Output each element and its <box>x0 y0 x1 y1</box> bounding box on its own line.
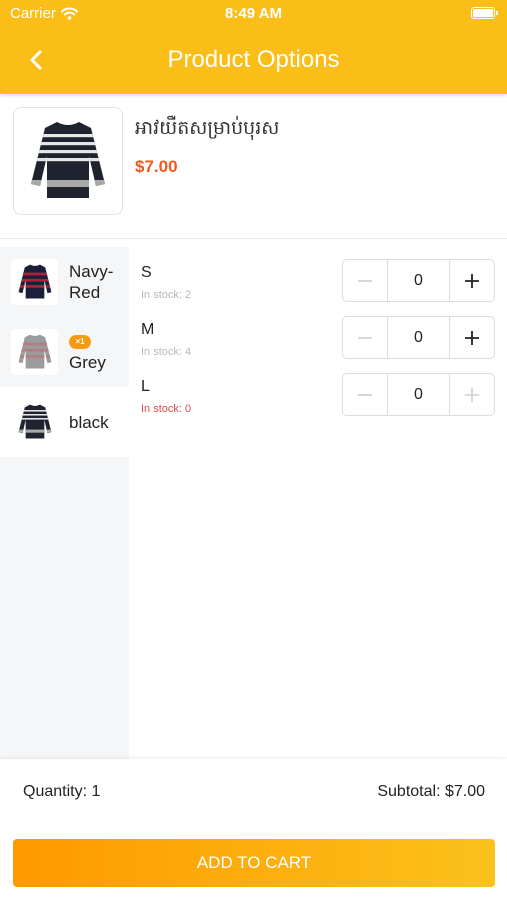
size-row-l: L In stock: 0 0 <box>141 373 495 428</box>
quantity-value[interactable]: 0 <box>387 260 450 301</box>
stock-text: In stock: 2 <box>141 289 192 301</box>
size-label: M <box>141 321 155 338</box>
color-label: Navy-Red <box>69 262 114 302</box>
color-option-navy-red[interactable]: Navy-Red <box>0 247 129 317</box>
increment-button-disabled[interactable] <box>450 374 494 415</box>
color-label: Grey <box>69 353 106 372</box>
stock-text: In stock: 4 <box>141 346 192 358</box>
color-label: black <box>69 413 109 432</box>
increment-button[interactable] <box>450 260 494 301</box>
cart-footer: Quantity: 1 Subtotal: $7.00 ADD TO CART <box>0 759 507 900</box>
quantity-summary: Quantity: 1 <box>23 783 101 800</box>
size-label: S <box>141 264 152 281</box>
sweater-image-black-small <box>18 404 51 439</box>
color-option-black[interactable]: black <box>0 387 129 457</box>
size-label: L <box>141 378 150 395</box>
subtotal-summary: Subtotal: $7.00 <box>377 783 485 800</box>
quantity-value[interactable]: 0 <box>387 317 450 358</box>
increment-button[interactable] <box>450 317 494 358</box>
minus-icon <box>358 393 372 396</box>
decrement-button[interactable] <box>343 260 387 301</box>
sweater-image-black <box>31 122 105 198</box>
minus-icon <box>358 279 372 282</box>
sweater-thumb-grey <box>11 329 58 375</box>
quantity-stepper: 0 <box>342 316 495 359</box>
plus-icon <box>465 273 479 288</box>
quantity-stepper: 0 <box>342 259 495 302</box>
size-row-m: M In stock: 4 0 <box>141 316 495 371</box>
stock-text-out: In stock: 0 <box>141 403 192 415</box>
decrement-button[interactable] <box>343 374 387 415</box>
sweater-image-grey <box>18 334 51 369</box>
quantity-stepper: 0 <box>342 373 495 416</box>
product-name: អាវយឺតសម្រាប់បុរស <box>135 118 280 139</box>
battery-icon <box>471 7 498 19</box>
size-row-s: S In stock: 2 0 <box>141 259 495 314</box>
product-price: $7.00 <box>135 157 178 176</box>
plus-icon <box>465 387 479 402</box>
quantity-value[interactable]: 0 <box>387 374 450 415</box>
page-title: Product Options <box>167 46 340 73</box>
color-option-grey[interactable]: ×1 Grey <box>0 317 129 387</box>
selected-count-badge: ×1 <box>69 335 91 349</box>
minus-icon <box>358 336 372 339</box>
color-list: Navy-Red ×1 Grey black <box>0 247 129 759</box>
plus-icon <box>465 330 479 345</box>
decrement-button[interactable] <box>343 317 387 358</box>
app-header: Carrier 8:49 AM Product Options <box>0 0 507 94</box>
status-bar: Carrier 8:49 AM <box>0 0 507 28</box>
add-to-cart-button[interactable]: ADD TO CART <box>13 839 495 887</box>
status-time: 8:49 AM <box>225 5 282 22</box>
sweater-thumb-black <box>11 399 58 445</box>
sweater-thumb-navy-red <box>11 259 58 305</box>
sweater-image-navy-red <box>18 264 51 299</box>
product-image <box>13 107 123 215</box>
product-summary: អាវយឺតសម្រាប់បុរស $7.00 <box>0 94 507 239</box>
